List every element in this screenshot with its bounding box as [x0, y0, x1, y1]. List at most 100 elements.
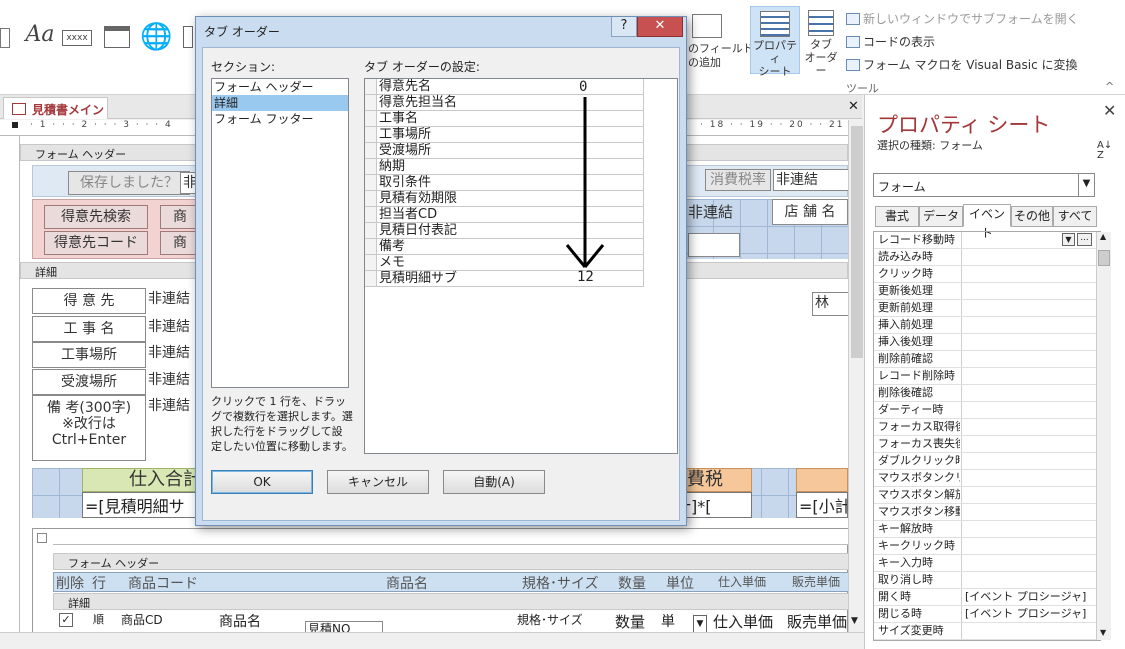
delivery-field[interactable]: 非連結 — [148, 369, 190, 389]
property-row[interactable]: キー入力時 — [874, 555, 1100, 572]
property-value[interactable] — [961, 249, 1100, 265]
property-value[interactable] — [961, 334, 1100, 350]
property-row[interactable]: レコード移動時 ▼... — [874, 232, 1100, 249]
property-row[interactable]: 読み込み時 — [874, 249, 1100, 266]
subform-section-header[interactable]: フォーム ヘッダー — [53, 553, 848, 570]
property-value[interactable] — [961, 368, 1100, 384]
spec-field[interactable]: 規格･サイズ — [517, 611, 583, 628]
property-scrollbar[interactable]: ▲ ▼ — [1096, 232, 1111, 640]
property-row[interactable]: ダブルクリック時 — [874, 453, 1100, 470]
property-value[interactable] — [961, 317, 1100, 333]
section-listbox[interactable]: フォーム ヘッダー 詳細 フォーム フッター — [211, 78, 349, 388]
product-cd-field[interactable]: 商品CD — [121, 611, 163, 628]
project-field[interactable]: 非連結 — [148, 316, 190, 336]
sales-price-field[interactable]: 販売単価 — [787, 611, 847, 632]
property-row[interactable]: 閉じる時 [イベント プロシージャ] — [874, 606, 1100, 623]
subform-selector[interactable] — [37, 533, 47, 543]
scroll-down-icon[interactable]: ▼ — [851, 616, 858, 626]
property-value[interactable] — [961, 453, 1100, 469]
section-item-footer[interactable]: フォーム フッター — [212, 111, 348, 127]
tab-order-list[interactable]: 得意先名 得意先担当名 工事名 工事場所 受渡場所 納期 取引条件 見積有効期限 担当者CD 見積… — [364, 78, 678, 454]
property-value[interactable] — [961, 300, 1100, 316]
add-subform-fields-button[interactable]: のフィールド の追加 — [688, 10, 754, 75]
row-field[interactable]: 順 — [93, 611, 104, 627]
property-row[interactable]: ダーティー時 — [874, 402, 1100, 419]
sort-az-icon[interactable]: A↓ Z — [1097, 141, 1112, 161]
property-row[interactable]: フォーカス取得後 — [874, 419, 1100, 436]
subtotal-field[interactable]: =[小計 — [796, 492, 848, 518]
tab-order-row[interactable]: 見積明細サブ — [365, 271, 643, 287]
web-browser-icon[interactable] — [183, 26, 193, 48]
remarks-field[interactable]: 非連結 — [148, 395, 190, 415]
object-select[interactable]: フォーム ▼ — [873, 173, 1095, 197]
row-selector[interactable] — [365, 95, 377, 110]
group-icon[interactable] — [104, 26, 130, 48]
property-row[interactable]: キー解放時 — [874, 521, 1100, 538]
property-value[interactable] — [961, 385, 1100, 401]
store-field[interactable] — [688, 233, 740, 257]
property-value[interactable] — [961, 572, 1100, 588]
row-selector[interactable] — [365, 191, 377, 206]
product-name-field[interactable]: 商品名 — [219, 611, 261, 631]
property-value[interactable] — [961, 470, 1100, 486]
convert-macro-button[interactable]: フォーム マクロを Visual Basic に変換 — [846, 56, 1078, 73]
store-field-unbound[interactable]: 非連結 — [688, 201, 733, 222]
form-vertical-scrollbar[interactable]: ▼ — [848, 120, 864, 632]
row-selector[interactable] — [365, 255, 377, 270]
property-scroll-thumb[interactable] — [1098, 250, 1110, 266]
auto-button[interactable]: 自動(A) — [443, 470, 545, 494]
row-selector[interactable] — [365, 239, 377, 254]
property-row[interactable]: 更新後処理 — [874, 283, 1100, 300]
corner-field[interactable]: 林 — [812, 292, 848, 316]
open-subform-new-window-button[interactable]: 新しいウィンドウでサブフォームを開く — [846, 10, 1079, 27]
row-selector[interactable] — [365, 111, 377, 126]
property-value[interactable] — [961, 402, 1100, 418]
property-row[interactable]: 取り消し時 — [874, 572, 1100, 589]
row-selector[interactable] — [365, 175, 377, 190]
subform-control[interactable]: フォーム ヘッダー 削除 行 商品コード 商品名 規格･サイズ 数量 単位 仕入… — [32, 528, 848, 640]
property-row[interactable]: 削除前確認 — [874, 351, 1100, 368]
row-selector[interactable] — [365, 143, 377, 158]
form-horizontal-scrollbar[interactable] — [0, 632, 864, 649]
document-tab[interactable]: 見積書メイン — [3, 97, 108, 119]
unit-dropdown-icon[interactable]: ▼ — [693, 615, 707, 633]
form-scroll-thumb[interactable] — [851, 126, 863, 358]
cancel-button[interactable]: キャンセル — [327, 470, 429, 494]
customer-code-button[interactable]: 得意先コード — [44, 231, 148, 255]
tab-other[interactable]: その他 — [1011, 206, 1053, 227]
row-selector[interactable] — [365, 159, 377, 174]
textbox-icon[interactable]: xxxx — [62, 30, 92, 46]
property-value[interactable] — [961, 283, 1100, 299]
property-value[interactable] — [961, 436, 1100, 452]
property-row[interactable]: マウスボタン移動 — [874, 504, 1100, 521]
section-item-detail[interactable]: 詳細 — [212, 95, 348, 111]
label-aa-icon[interactable]: Aa — [24, 22, 56, 56]
site-field[interactable]: 非連結 — [148, 342, 190, 362]
property-row[interactable]: フォーカス喪失後 — [874, 436, 1100, 453]
row-selector[interactable] — [365, 127, 377, 142]
build-ellipsis-icon[interactable]: ... — [1077, 233, 1092, 246]
section-item-header[interactable]: フォーム ヘッダー — [212, 79, 348, 95]
tax-rate-field[interactable]: 非連結 — [773, 169, 848, 191]
purchase-price-field[interactable]: 仕入単価 — [713, 611, 773, 632]
property-row[interactable]: マウスボタン解放 — [874, 487, 1100, 504]
property-value[interactable]: [イベント プロシージャ] — [961, 606, 1100, 622]
property-row[interactable]: 開く時 [イベント プロシージャ] — [874, 589, 1100, 606]
property-scroll-down-icon[interactable]: ▼ — [1100, 628, 1106, 637]
property-value[interactable] — [961, 487, 1100, 503]
customer-search-button[interactable]: 得意先検索 — [44, 205, 148, 229]
property-sheet-button[interactable]: プロパティ シート — [750, 6, 800, 78]
property-value[interactable] — [961, 538, 1100, 554]
close-document-icon[interactable]: ✕ — [848, 99, 859, 114]
qty-field[interactable]: 数量 — [615, 611, 645, 632]
object-select-dropdown-icon[interactable]: ▼ — [1078, 174, 1094, 196]
property-row[interactable]: サイズ変更時 — [874, 623, 1100, 640]
row-selector[interactable] — [365, 271, 377, 286]
dialog-close-button[interactable]: ✕ — [637, 17, 683, 37]
ribbon-control-icon[interactable] — [0, 28, 10, 48]
help-button[interactable]: ? — [611, 17, 637, 37]
property-row[interactable]: マウスボタンクリック — [874, 470, 1100, 487]
property-row[interactable]: 更新前処理 — [874, 300, 1100, 317]
property-row[interactable]: 挿入前処理 — [874, 317, 1100, 334]
row-selector[interactable] — [365, 207, 377, 222]
